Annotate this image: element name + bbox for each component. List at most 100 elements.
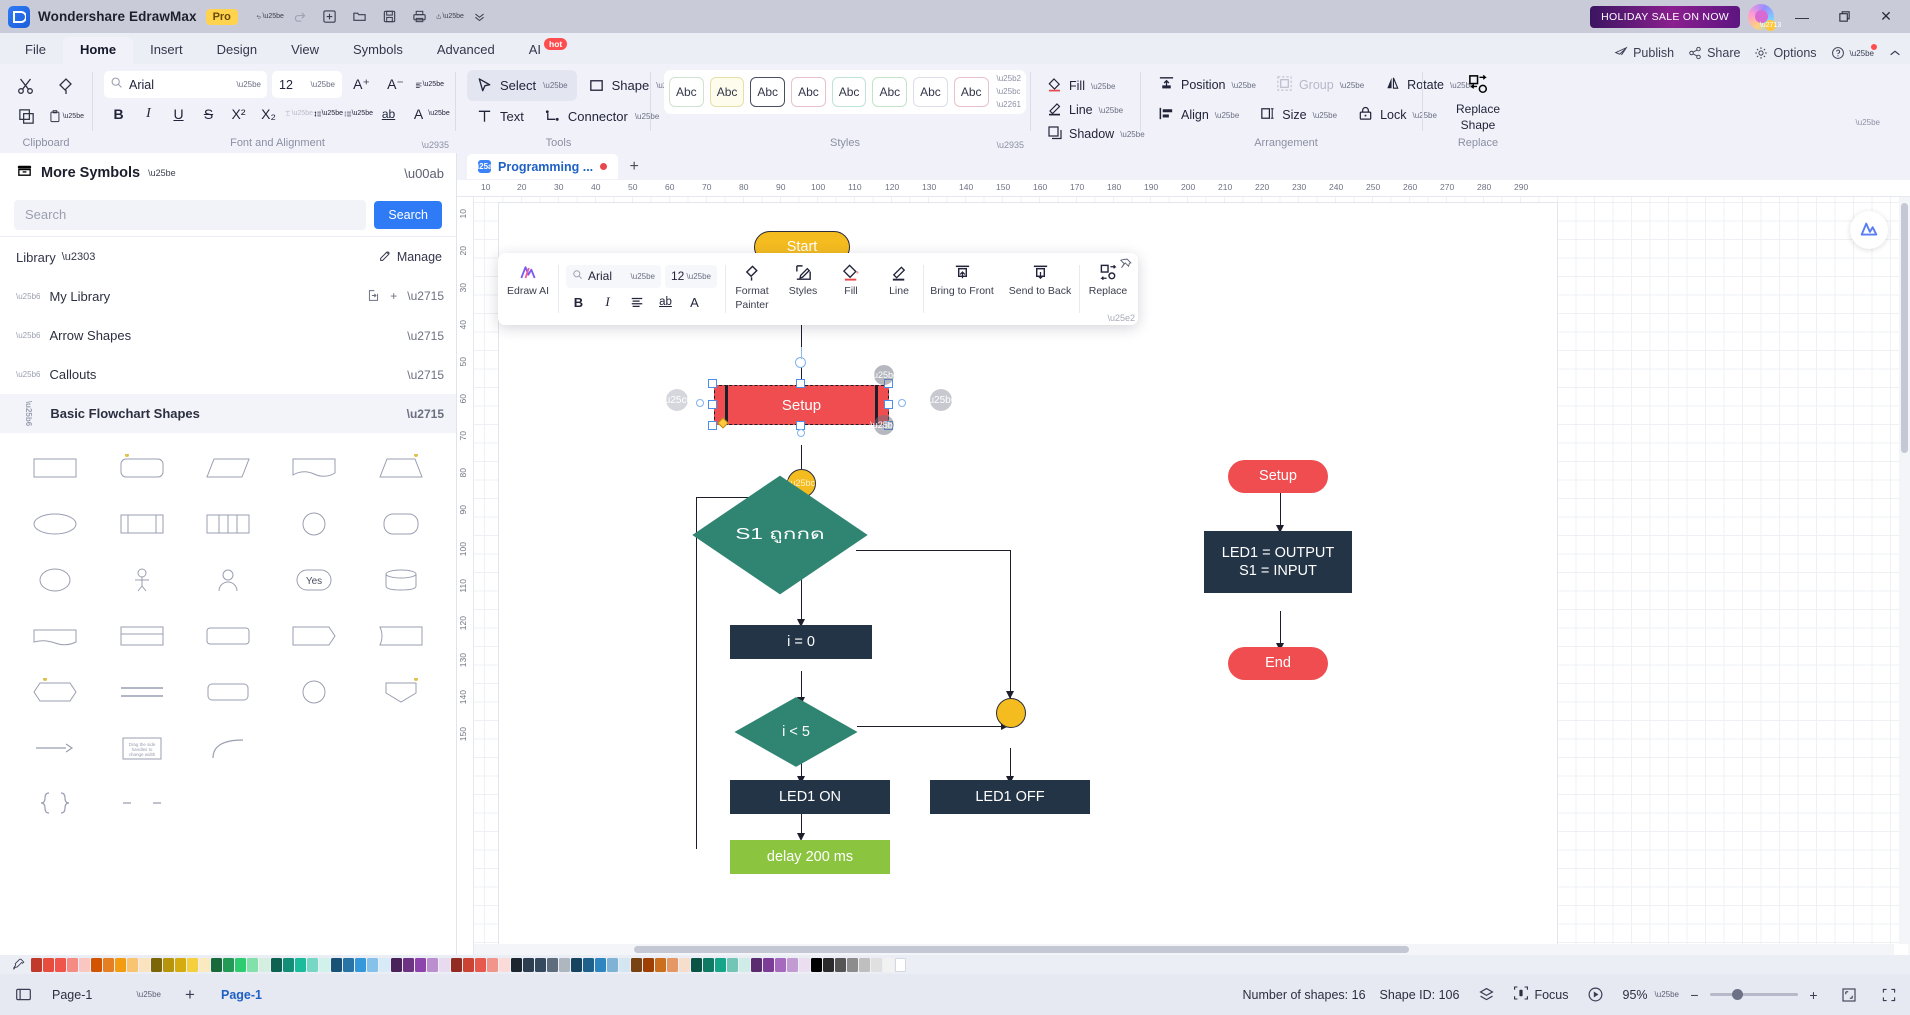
sidebar-item-callouts[interactable]: \u25b6 Callouts \u2715 xyxy=(0,355,456,394)
color-swatch[interactable] xyxy=(739,957,750,972)
color-swatch[interactable] xyxy=(595,957,606,972)
tab-insert[interactable]: Insert xyxy=(133,37,200,64)
palette-shape-circle2[interactable] xyxy=(271,667,357,717)
style-swatch[interactable]: Abc xyxy=(669,77,704,107)
line-button[interactable]: Line \u25be xyxy=(1040,98,1140,122)
holiday-sale-button[interactable]: HOLIDAY SALE ON NOW xyxy=(1590,5,1740,28)
style-expand-icon[interactable]: \u2261 xyxy=(997,101,1021,109)
palette-shape-hex[interactable] xyxy=(271,611,357,661)
close-icon[interactable]: \u2715 xyxy=(407,407,444,421)
bullets-button[interactable]: \u25be xyxy=(344,99,373,128)
color-swatch[interactable] xyxy=(343,957,354,972)
color-swatch[interactable] xyxy=(679,957,690,972)
font-family-input[interactable]: Arial \u25be xyxy=(104,71,267,98)
palette-shape-small-hex[interactable] xyxy=(12,667,98,717)
chevron-down-icon[interactable]: \u25be xyxy=(311,80,335,89)
edraw-ai-button[interactable]: Edraw AI xyxy=(498,257,558,321)
palette-shape-cylinder[interactable] xyxy=(358,555,444,605)
font-dialog-launcher[interactable]: \u2935 xyxy=(421,140,449,150)
size-button[interactable]: Size \u25be xyxy=(1251,100,1345,130)
color-swatch[interactable] xyxy=(691,957,702,972)
color-swatch[interactable] xyxy=(643,957,654,972)
replace-chevron-icon[interactable]: \u25be xyxy=(1856,118,1880,127)
floating-send-to-back-button[interactable]: Send to Back xyxy=(1001,257,1079,321)
sidebar-item-my-library[interactable]: \u25b6 My Library + \u2715 xyxy=(0,277,456,316)
undo-icon[interactable]: \u25be xyxy=(256,5,284,29)
palette-shape-blank-1[interactable] xyxy=(271,723,357,773)
avatar[interactable]: \u2713 xyxy=(1748,3,1781,31)
bold-button[interactable]: B xyxy=(104,99,133,128)
share-button[interactable]: Share xyxy=(1688,46,1740,60)
floating-align-button[interactable] xyxy=(624,291,649,314)
align-button[interactable]: Align \u25be xyxy=(1150,100,1247,130)
connector-d1-right-down[interactable] xyxy=(1010,550,1012,698)
palette-shape-yes-box[interactable]: Yes xyxy=(271,555,357,605)
palette-shape-person[interactable] xyxy=(98,555,184,605)
style-swatch[interactable]: Abc xyxy=(791,77,826,107)
palette-shape-ellipse[interactable] xyxy=(12,499,98,549)
float-menu-down-icon[interactable]: \u25bc xyxy=(870,365,898,385)
palette-shape-bracket[interactable] xyxy=(98,779,184,829)
palette-shape-note[interactable]: Drag the side handles to change width xyxy=(98,723,184,773)
palette-shape-stacked-rect[interactable] xyxy=(98,499,184,549)
superscript-button[interactable]: X² xyxy=(224,99,253,128)
color-swatch[interactable] xyxy=(103,957,114,972)
color-swatch[interactable] xyxy=(787,957,798,972)
palette-shape-rectangle[interactable] xyxy=(12,443,98,493)
color-swatch[interactable] xyxy=(583,957,594,972)
palette-shape-rounded-box2[interactable] xyxy=(185,667,271,717)
shape-side-end[interactable]: End xyxy=(1228,647,1328,680)
color-swatch[interactable] xyxy=(655,957,666,972)
vertical-scroll-thumb[interactable] xyxy=(1901,203,1908,453)
chevron-down-icon[interactable]: \u25be xyxy=(237,80,261,89)
color-swatch[interactable] xyxy=(715,957,726,972)
color-swatch[interactable] xyxy=(235,957,246,972)
resize-handle-n[interactable] xyxy=(796,379,805,388)
format-painter-icon[interactable] xyxy=(48,70,84,101)
floating-format-painter-button[interactable]: Format Painter xyxy=(725,257,779,321)
style-swatch[interactable]: Abc xyxy=(831,77,867,107)
color-swatch[interactable] xyxy=(487,957,498,972)
color-swatch[interactable] xyxy=(91,957,102,972)
color-swatch[interactable] xyxy=(139,957,150,972)
color-swatch[interactable] xyxy=(355,957,366,972)
color-swatch[interactable] xyxy=(631,957,642,972)
color-swatch[interactable] xyxy=(295,957,306,972)
search-button[interactable]: Search xyxy=(374,200,442,229)
color-swatch[interactable] xyxy=(859,957,870,972)
floating-font-color-button[interactable]: A xyxy=(682,291,707,314)
grow-font-button[interactable]: A⁺ xyxy=(347,70,376,99)
style-swatch[interactable]: Abc xyxy=(913,77,948,107)
subscript-button[interactable]: X₂ xyxy=(254,99,283,128)
palette-shape-blank-2[interactable] xyxy=(358,723,444,773)
palette-shape-trapezoid[interactable] xyxy=(358,443,444,493)
shape-setup-selected[interactable]: Setup xyxy=(714,385,889,425)
chevron-down-icon[interactable]: \u25be xyxy=(1091,82,1115,91)
color-swatch[interactable] xyxy=(307,957,318,972)
color-swatch[interactable] xyxy=(127,957,138,972)
palette-shape-tape[interactable] xyxy=(12,611,98,661)
chevron-down-icon[interactable]: \u25be xyxy=(1231,81,1255,90)
floating-styles-button[interactable]: Styles xyxy=(779,257,827,321)
italic-button[interactable]: I xyxy=(134,99,163,128)
manage-button[interactable]: Manage xyxy=(379,249,442,265)
collapse-ribbon-button[interactable] xyxy=(1888,46,1902,60)
expand-icon[interactable] xyxy=(1876,983,1902,1007)
close-icon[interactable]: \u2715 xyxy=(407,289,444,305)
zoom-slider-track[interactable] xyxy=(1710,989,1798,1000)
zoom-out-button[interactable]: − xyxy=(1686,987,1703,1003)
palette-shape-shield[interactable] xyxy=(358,667,444,717)
palette-shape-blank-3[interactable] xyxy=(185,779,271,829)
close-icon[interactable]: \u2715 xyxy=(407,329,444,343)
presentation-icon[interactable] xyxy=(1583,983,1609,1007)
chevron-down-icon[interactable]: \u25be xyxy=(631,272,655,281)
shape-connector-2[interactable] xyxy=(996,698,1026,728)
connection-point-right[interactable] xyxy=(898,399,906,407)
color-swatch[interactable] xyxy=(775,957,786,972)
shadow-button[interactable]: Shadow \u25be xyxy=(1040,122,1145,146)
color-swatch[interactable] xyxy=(799,957,810,972)
position-button[interactable]: Position \u25be xyxy=(1150,70,1264,100)
chevron-up-icon[interactable]: \u2303 xyxy=(62,251,96,263)
color-swatch[interactable] xyxy=(319,957,330,972)
color-swatch[interactable] xyxy=(535,957,546,972)
